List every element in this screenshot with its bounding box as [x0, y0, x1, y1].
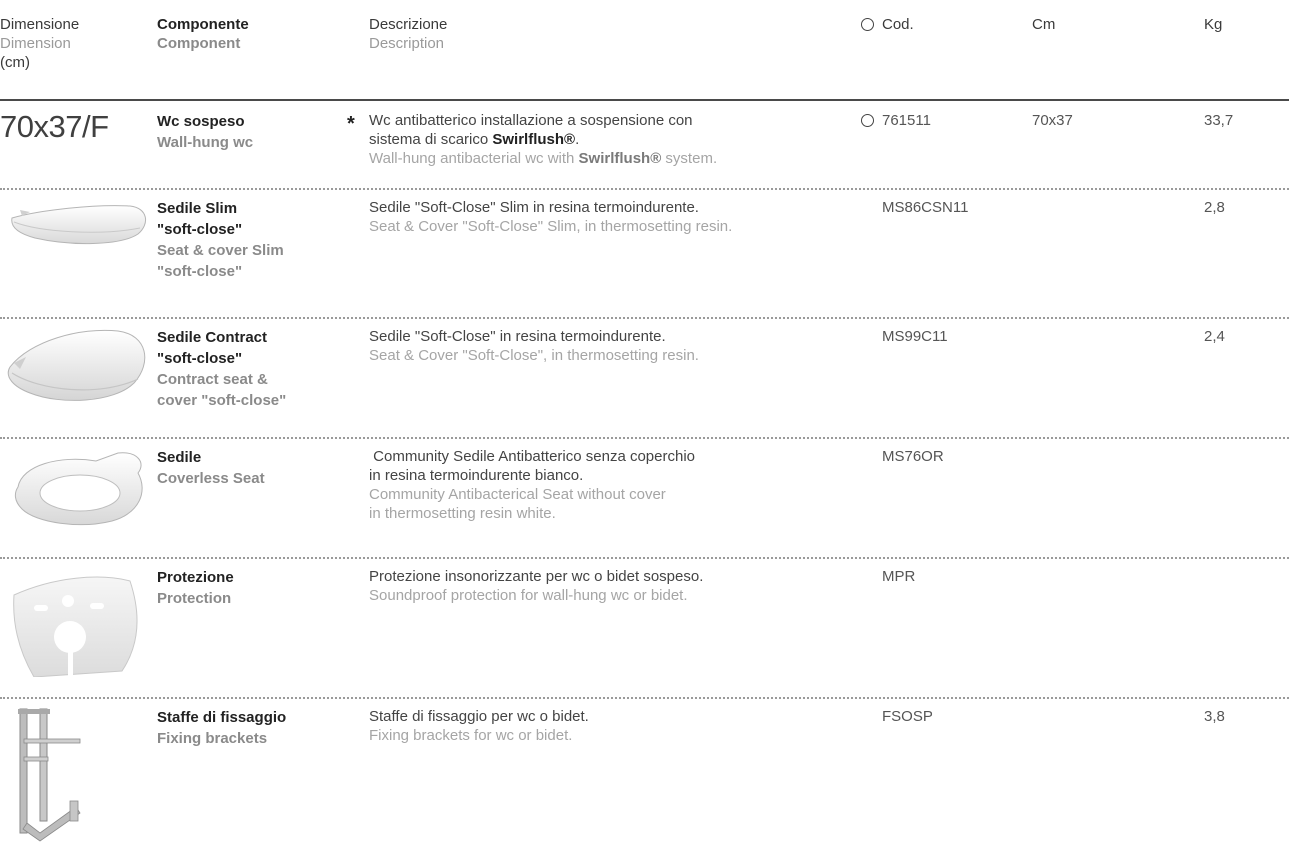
row-brackets-description: Staffe di fissaggio per wc o bidet. Fixi… [369, 707, 589, 745]
description-it: Sedile "Soft-Close" Slim in resina termo… [369, 199, 699, 216]
header-code: Cod. [882, 16, 914, 33]
description-it-line-1: Community Sedile Antibatterico senza cop… [369, 448, 696, 465]
row-slim-component: Sedile Slim "soft-close" Seat & cover Sl… [157, 198, 284, 282]
description-en: Seat & Cover "Soft-Close" Slim, in therm… [369, 218, 733, 235]
row-protection-description: Protezione insonorizzante per wc o bidet… [369, 567, 703, 605]
description-en: Seat & Cover "Soft-Close", in thermosett… [369, 347, 699, 364]
row-divider [0, 557, 1289, 559]
product-code: MPR [882, 568, 916, 585]
row-contract-component: Sedile Contract "soft-close" Contract se… [157, 327, 286, 411]
row-coverless-component: Sedile Coverless Seat [157, 447, 265, 489]
brand-name: Swirlflush® [492, 131, 576, 148]
header-description: Descrizione Description [369, 15, 447, 53]
component-name-en: Wall-hung wc [157, 134, 254, 151]
product-code: FSOSP [882, 708, 933, 725]
fixing-bracket-icon [10, 705, 90, 848]
row-wc-component: Wc sospeso Wall-hung wc [157, 111, 253, 153]
component-name-en-line-1: Seat & cover Slim [157, 242, 284, 259]
product-kg: 2,4 [1204, 328, 1225, 345]
row-protection-component: Protezione Protection [157, 567, 234, 609]
header-component-en: Component [157, 35, 241, 52]
product-kg: 33,7 [1204, 112, 1234, 129]
description-en-line-2: in thermosetting resin white. [369, 505, 556, 522]
row-divider [0, 437, 1289, 439]
description-it-line-2: sistema di scarico Swirlflush®. [369, 130, 717, 149]
product-code: MS86CSN11 [882, 199, 969, 216]
description-en-text: Wall-hung antibacterial wc with [369, 150, 579, 167]
row-brackets-component: Staffe di fissaggio Fixing brackets [157, 707, 286, 749]
product-code: MS76OR [882, 448, 944, 465]
product-kg: 3,8 [1204, 708, 1225, 725]
product-code: 761511 [882, 112, 931, 129]
header-cm: Cm [1032, 16, 1056, 33]
component-name-it: Sedile [157, 449, 202, 466]
header-dimension-unit: (cm) [0, 54, 30, 71]
component-name-it-line-2: "soft-close" [157, 350, 243, 367]
description-it-line-1: Wc antibatterico installazione a sospens… [369, 112, 693, 129]
row-divider [0, 697, 1289, 699]
description-it-line-2: in resina termoindurente bianco. [369, 467, 584, 484]
row-slim-description: Sedile "Soft-Close" Slim in resina termo… [369, 198, 732, 236]
component-name-it: Staffe di fissaggio [157, 709, 287, 726]
header-component: Componente Component [157, 15, 249, 53]
slim-seat-icon [0, 198, 150, 254]
row-divider [0, 317, 1289, 319]
component-name-it-line-2: "soft-close" [157, 221, 243, 238]
component-name-it: Wc sospeso [157, 113, 245, 130]
row-circle-icon [861, 114, 874, 127]
dimension-value: 70x37/F [0, 109, 109, 144]
brand-name-en: Swirlflush® [578, 150, 662, 167]
row-wc-description: Wc antibatterico installazione a sospens… [369, 111, 717, 168]
product-cm: 70x37 [1032, 112, 1073, 129]
description-en-end: system. [661, 150, 718, 167]
description-it-text: sistema di scarico [369, 131, 493, 148]
header-component-it: Componente [157, 16, 249, 33]
component-name-en-line-2: cover "soft-close" [157, 392, 287, 409]
component-name-en-line-2: "soft-close" [157, 263, 243, 280]
component-name-en: Fixing brackets [157, 730, 268, 747]
component-name-it-line-1: Sedile Contract [157, 329, 268, 346]
description-it: Protezione insonorizzante per wc o bidet… [369, 568, 704, 585]
product-kg: 2,8 [1204, 199, 1225, 216]
component-name-it-line-1: Sedile Slim [157, 200, 238, 217]
coverless-seat-icon [0, 447, 150, 527]
description-en: Soundproof protection for wall-hung wc o… [369, 587, 688, 604]
row-contract-description: Sedile "Soft-Close" in resina termoindur… [369, 327, 699, 365]
header-description-it: Descrizione [369, 16, 448, 33]
component-name-en: Protection [157, 590, 232, 607]
header-dimension-it: Dimensione [0, 16, 80, 33]
description-en: Fixing brackets for wc or bidet. [369, 727, 573, 744]
component-name-en-line-1: Contract seat & [157, 371, 268, 388]
row-divider [0, 188, 1289, 190]
header-dimension-en: Dimension [0, 35, 71, 52]
description-it-end: . [575, 131, 580, 148]
header-circle-icon [861, 18, 874, 31]
row-coverless-description: Community Sedile Antibatterico senza cop… [369, 447, 695, 523]
protection-pad-icon [4, 567, 144, 677]
description-en-line-1: Community Antibacterical Seat without co… [369, 486, 666, 503]
component-name-it: Protezione [157, 569, 234, 586]
note-marker: * [347, 113, 355, 135]
header-rule [0, 99, 1289, 101]
product-code: MS99C11 [882, 328, 948, 345]
component-name-en: Coverless Seat [157, 470, 265, 487]
header-dimension: Dimensione Dimension (cm) [0, 15, 79, 72]
description-en: Wall-hung antibacterial wc with Swirlflu… [369, 149, 717, 168]
contract-seat-icon [0, 327, 150, 407]
header-description-en: Description [369, 35, 445, 52]
description-it: Sedile "Soft-Close" in resina termoindur… [369, 328, 666, 345]
header-kg: Kg [1204, 16, 1223, 33]
description-it: Staffe di fissaggio per wc o bidet. [369, 708, 589, 725]
